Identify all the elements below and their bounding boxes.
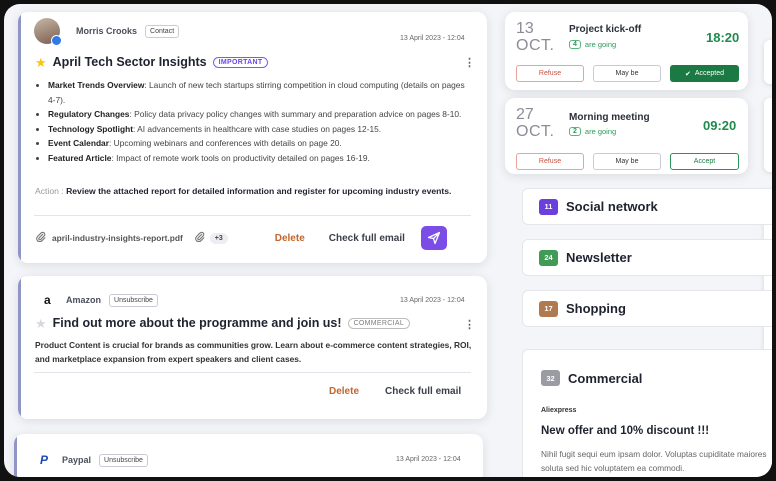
folder-social-network[interactable]: 11 Social network — [522, 188, 772, 225]
folder-name: Newsletter — [566, 250, 632, 265]
more-options-icon[interactable]: ⋮ — [464, 56, 475, 69]
verified-icon — [51, 35, 62, 46]
commercial-badge: COMMERCIAL — [347, 317, 411, 329]
sender-name: Morris Crooks — [76, 26, 138, 36]
email-date: 13 April 2023 - 12:04 — [396, 456, 461, 463]
offscreen-card — [764, 98, 772, 172]
star-icon[interactable]: ★ — [35, 56, 47, 69]
more-options-icon[interactable]: ⋮ — [464, 318, 475, 331]
bullet-item: Market Trends Overview: Launch of new te… — [48, 78, 468, 107]
more-attachments-badge[interactable]: +3 — [209, 232, 228, 244]
event-title: Morning meeting — [569, 112, 650, 123]
email-subject: April Tech Sector Insights — [52, 55, 207, 69]
refuse-button[interactable]: Refuse — [516, 65, 584, 82]
email-date: 13 April 2023 - 12:04 — [400, 297, 465, 304]
email-card-paypal[interactable]: P Paypal Unsubscribe 13 April 2023 - 12:… — [14, 434, 483, 477]
folder-name: Social network — [566, 199, 658, 214]
send-button[interactable] — [420, 226, 447, 250]
accepted-button[interactable]: ✔ Accepted — [670, 65, 739, 82]
paperclip-icon[interactable] — [194, 229, 205, 247]
amazon-logo-icon: a — [44, 293, 51, 307]
email-preview: Product Content is crucial for brands as… — [35, 340, 472, 364]
event-time: 18:20 — [706, 30, 740, 45]
attendees: 4 are going — [569, 40, 616, 49]
bullet-item: Event Calendar: Upcoming webinars and co… — [48, 136, 468, 151]
preview-text: Nihil fugit sequi eum ipsam dolor. Volup… — [541, 449, 767, 473]
folder-commercial-panel[interactable]: 32 Commercial Aliexpress New offer and 1… — [522, 349, 772, 477]
app-frame: Morris Crooks Contact 13 April 2023 - 12… — [4, 4, 772, 477]
check-full-email-button[interactable]: Check full email — [329, 233, 405, 244]
folder-newsletter[interactable]: 24 Newsletter — [522, 239, 772, 276]
attendees: 2 are going — [569, 127, 616, 136]
check-icon: ✔ — [684, 70, 691, 78]
maybe-button[interactable]: May be — [593, 65, 661, 82]
folder-name[interactable]: Commercial — [568, 371, 642, 386]
avatar — [34, 18, 62, 46]
attachment-file[interactable]: april-industry-insights-report.pdf — [52, 233, 183, 243]
important-badge: IMPORTANT — [212, 56, 269, 68]
check-full-email-button[interactable]: Check full email — [385, 386, 461, 397]
folder-count: 11 — [539, 198, 558, 215]
email-card-commercial[interactable]: a Amazon Unsubscribe 13 April 2023 - 12:… — [18, 276, 487, 419]
offscreen-card — [764, 40, 772, 84]
preview-source: Aliexpress — [541, 407, 577, 414]
bullet-item: Featured Article: Impact of remote work … — [48, 151, 468, 166]
preview-title[interactable]: New offer and 10% discount !!! — [541, 425, 709, 437]
refuse-button[interactable]: Refuse — [516, 153, 584, 170]
delete-button[interactable]: Delete — [329, 386, 359, 397]
paypal-logo-icon: P — [40, 453, 49, 467]
email-card-important[interactable]: Morris Crooks Contact 13 April 2023 - 12… — [18, 12, 487, 263]
star-icon[interactable]: ★ — [35, 317, 47, 330]
bullet-item: Regulatory Changes: Policy data privacy … — [48, 107, 468, 122]
email-date: 13 April 2023 - 12:04 — [400, 35, 465, 42]
bullet-item: Technology Spotlight: AI advancements in… — [48, 122, 468, 137]
folder-name: Shopping — [566, 301, 626, 316]
event-day: 13 — [516, 20, 534, 37]
event-month: OCT. — [516, 37, 555, 54]
folder-count: 17 — [539, 300, 558, 317]
event-card[interactable]: 27 OCT. Morning meeting 2 are going 09:20… — [505, 98, 748, 174]
accept-button[interactable]: Accept — [670, 153, 739, 170]
delete-button[interactable]: Delete — [275, 233, 305, 244]
event-time: 09:20 — [703, 118, 737, 133]
sender-name: Paypal — [62, 455, 92, 465]
event-day: 27 — [516, 106, 534, 123]
action-text: Action : Review the attached report for … — [35, 186, 452, 196]
event-title: Project kick-off — [569, 24, 642, 35]
event-card[interactable]: 13 OCT. Project kick-off 4 are going 18:2… — [505, 12, 748, 90]
folder-count: 24 — [539, 249, 558, 266]
email-subject: Find out more about the programme and jo… — [52, 316, 342, 330]
folder-shopping[interactable]: 17 Shopping — [522, 290, 772, 327]
folder-count: 32 — [541, 370, 560, 386]
paperclip-icon — [35, 229, 46, 247]
event-month: OCT. — [516, 123, 555, 140]
unsubscribe-button[interactable]: Unsubscribe — [99, 453, 148, 467]
unsubscribe-button[interactable]: Unsubscribe — [109, 293, 158, 307]
send-icon — [427, 231, 441, 245]
contact-tag[interactable]: Contact — [145, 24, 180, 38]
maybe-button[interactable]: May be — [593, 153, 661, 170]
sender-name: Amazon — [66, 295, 102, 305]
